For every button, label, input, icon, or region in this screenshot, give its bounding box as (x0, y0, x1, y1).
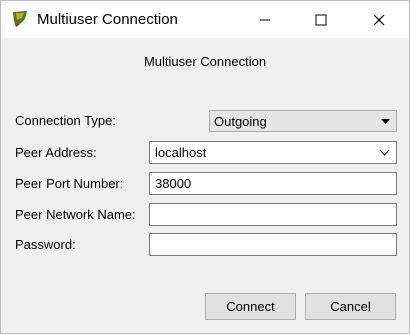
peer-port-label: Peer Port Number: (15, 176, 124, 191)
title-bar[interactable]: Multiuser Connection (1, 1, 409, 38)
window-title: Multiuser Connection (37, 11, 178, 28)
close-button[interactable] (355, 1, 403, 38)
connection-type-select[interactable]: Outgoing (209, 110, 397, 132)
chevron-down-icon (379, 149, 390, 156)
password-label: Password: (15, 237, 76, 252)
password-input[interactable] (149, 233, 397, 256)
peer-network-name-label: Peer Network Name: (15, 207, 136, 222)
dialog-heading: Multiuser Connection (143, 54, 267, 69)
connect-button[interactable]: Connect (205, 293, 296, 320)
app-icon (10, 9, 30, 29)
minimize-button[interactable] (241, 1, 289, 38)
peer-address-combo[interactable]: localhost (149, 141, 397, 164)
peer-address-label: Peer Address: (15, 145, 97, 160)
close-icon (373, 14, 385, 25)
connection-type-label: Connection Type: (15, 113, 116, 128)
minimize-icon (260, 19, 270, 20)
maximize-button[interactable] (297, 1, 345, 38)
peer-port-value: 38000 (155, 176, 192, 191)
cancel-button[interactable]: Cancel (305, 293, 396, 320)
peer-network-name-input[interactable] (149, 203, 397, 226)
peer-port-input[interactable]: 38000 (149, 172, 397, 195)
maximize-icon (315, 14, 327, 25)
dialog-window: Multiuser Connection Multiuser Connectio… (0, 0, 410, 334)
connection-type-value: Outgoing (214, 114, 267, 129)
dropdown-arrow-icon (381, 119, 390, 124)
peer-address-value: localhost (155, 145, 207, 160)
